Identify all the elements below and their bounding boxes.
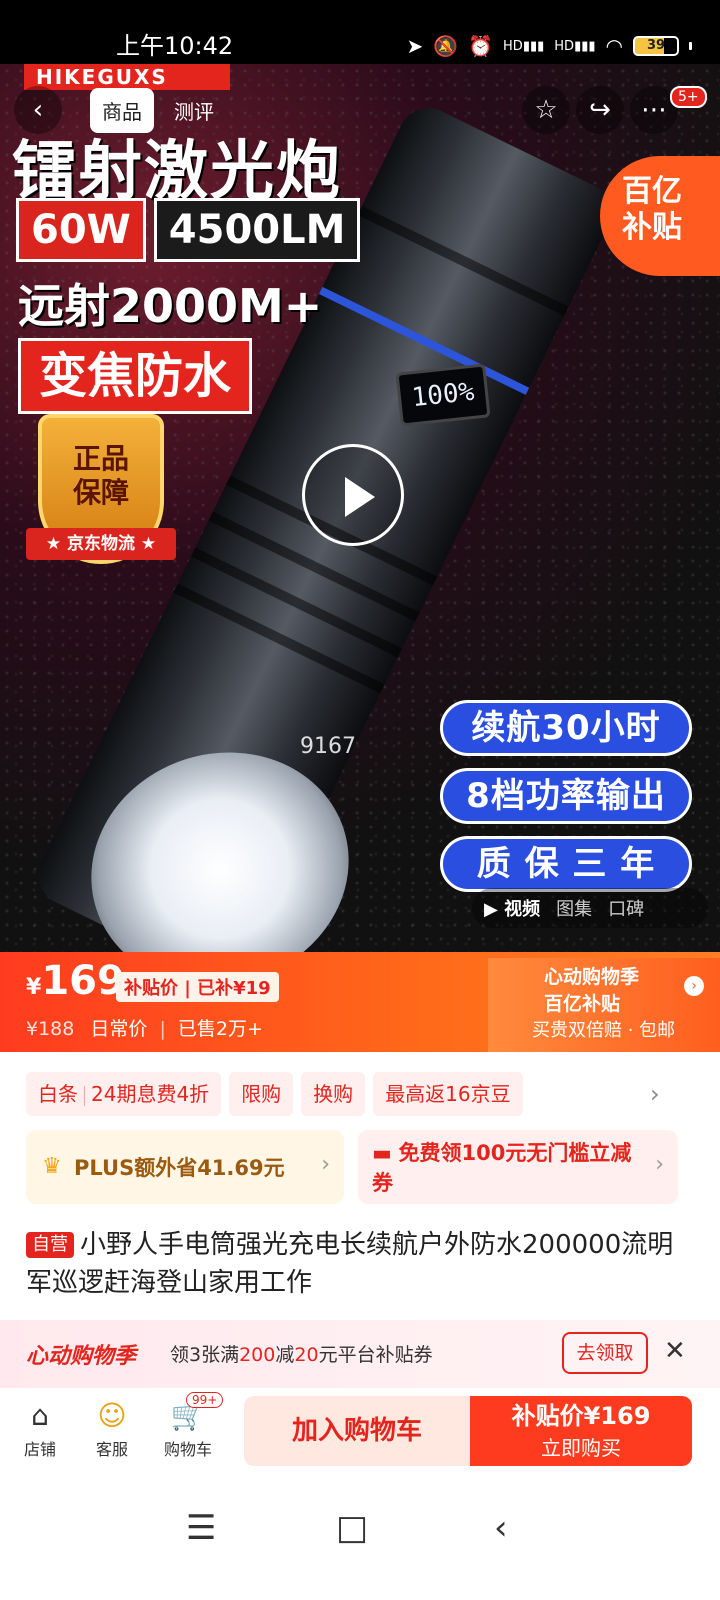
feature-pill-power: 8档功率输出 [440,768,692,824]
play-video-button[interactable] [302,444,404,546]
battery-cap [689,42,692,50]
coupon-card[interactable]: ▬ 免费领100元无门槛立减券 › [358,1130,678,1204]
tab-review[interactable]: 测评 [162,88,226,133]
chevron-left-icon: ‹ [32,95,44,125]
chevron-right-icon: › [321,1152,330,1177]
original-price-label: 日常价 [90,1018,148,1040]
status-bar: 上午10:42 ➤ 🔕 ⏰ HD▮▮▮ HD▮▮▮ ◠ 39 [0,0,720,64]
promo-panel[interactable]: 心动购物季 百亿补贴 › 买贵双倍赔 · 包邮 [488,958,720,1052]
star-icon: ☆ [534,95,558,125]
chevron-right-icon: › [684,976,704,996]
torch-rib [357,205,569,316]
chip-jingdou[interactable]: 最高返16京豆 [373,1072,523,1116]
notification-badge: 5+ [670,86,707,108]
price-details: ¥188 日常价 | 已售2万+ [26,1018,263,1040]
share-button[interactable]: ↪ [576,86,624,134]
media-tab-reviews[interactable]: 口碑 [608,895,644,921]
original-price: ¥188 [26,1018,75,1040]
battery-icon: 39 [633,36,679,56]
plus-savings-card[interactable]: ♛ PLUS额外省41.69元 › [26,1130,344,1204]
coupon-text: ▬ 免费领100元无门槛立减券 [372,1141,632,1195]
subsidy-tag: 补贴价 | 已补¥19 [116,972,279,1002]
feature-zoom-waterproof: 变焦防水 [18,338,253,414]
subsidy-badge[interactable]: 百亿 补贴 [600,156,720,276]
banner-text: 领3张满200减20元平台补贴券 [170,1344,433,1366]
torch-rib [173,583,385,694]
product-title: 自营 小野人手电筒强光充电长续航户外防水200000流明军巡逻赶海登山家用工作 [26,1230,674,1298]
wifi-icon: ◠ [605,34,623,58]
mute-icon: 🔕 [433,34,459,58]
price-bar: ¥169 补贴价 | 已补¥19 ¥188 日常价 | 已售2万+ 心动购物季百… [0,952,720,1052]
coupon-banner: 心动购物季 领3张满200减20元平台补贴券 去领取 ✕ [0,1320,720,1388]
guarantee-text: 正品 保障 [72,442,129,509]
current-price: ¥169 [26,958,125,1004]
signal-icon-2: HD▮▮▮ [554,38,596,54]
media-tabs: ▶ 视频 图集 口碑 [472,888,708,928]
feature-pill-warranty: 质 保 三 年 [440,836,692,892]
spec-range: 远射2000M+ [18,279,323,333]
crown-icon: ♛ [42,1154,62,1179]
product-hero-image[interactable]: 100% HIKEGUXS 镭射激光炮 60W 4500LM 远射2000M+ … [0,64,720,952]
promo-chips: 白条 24期息费4折 限购 换购 最高返16京豆 [26,1072,523,1116]
favorite-button[interactable]: ☆ [522,86,570,134]
location-icon: ➤ [406,34,424,58]
jd-logistics-ribbon: ★ 京东物流 ★ [26,528,176,560]
close-icon[interactable]: ✕ [664,1336,686,1366]
shop-button[interactable]: ⌂ 店铺 [10,1396,70,1460]
plus-savings-text: PLUS额外省41.69元 [74,1156,285,1180]
chip-limit[interactable]: 限购 [229,1072,294,1116]
add-to-cart-button[interactable]: 加入购物车 [244,1396,470,1466]
menu-icon[interactable]: ☰ [186,1508,216,1548]
chat-icon: ☺ [97,1399,127,1432]
home-icon[interactable]: □ [336,1508,368,1548]
chip-exchange[interactable]: 换购 [301,1072,366,1116]
coupon-icon: ▬ [372,1141,399,1165]
cart-count-badge: 99+ [186,1392,224,1408]
bottom-action-bar: ⌂ 店铺 ☺ 客服 🛒 购物车 99+ 加入购物车 补贴价¥169 立即购买 [0,1388,720,1474]
feature-pill-battery: 续航30小时 [440,700,692,756]
top-tabs: 商品 测评 [90,88,226,133]
brand-logo: HIKEGUXS [24,64,230,90]
shop-icon: ⌂ [31,1399,49,1432]
buy-now-button[interactable]: 补贴价¥169 立即购买 [470,1396,692,1466]
chevron-right-icon[interactable]: › [650,1080,660,1108]
chevron-right-icon: › [655,1152,664,1177]
guarantee-badge: 正品 保障 ★ 京东物流 ★ [26,414,176,584]
promo-title: 心动购物季 百亿补贴 [544,966,640,1015]
battery-display: 100% [395,363,491,427]
tab-product[interactable]: 商品 [90,88,154,133]
share-icon: ↪ [589,95,611,125]
spec-lumens: 4500LM [153,198,361,262]
image-counter: 9167 [300,734,356,759]
media-tab-gallery[interactable]: 图集 [556,895,592,921]
sold-count: 已售2万+ [177,1018,263,1040]
alarm-icon: ⏰ [468,34,494,58]
self-operated-tag: 自营 [26,1232,74,1258]
spec-power: 60W [16,198,146,262]
customer-service-button[interactable]: ☺ 客服 [82,1396,142,1460]
back-button[interactable]: ‹ [14,86,62,134]
status-time: 上午10:42 [116,32,234,60]
status-icons: ➤ 🔕 ⏰ HD▮▮▮ HD▮▮▮ ◠ 39 [406,34,692,58]
chip-baitiao[interactable]: 白条 24期息费4折 [26,1072,222,1116]
signal-icon: HD▮▮▮ [503,38,545,54]
media-tab-video[interactable]: ▶ 视频 [484,895,540,921]
claim-coupon-button[interactable]: 去领取 [562,1332,648,1374]
banner-logo: 心动购物季 [26,1344,137,1369]
back-icon[interactable]: ‹ [494,1508,508,1548]
spec-row: 60W 4500LM [16,198,361,262]
more-icon: ⋯ [641,95,667,125]
promo-subtitle: 买贵双倍赔 · 包邮 [532,1020,676,1041]
system-navigation-bar: ☰ □ ‹ [0,1474,720,1600]
